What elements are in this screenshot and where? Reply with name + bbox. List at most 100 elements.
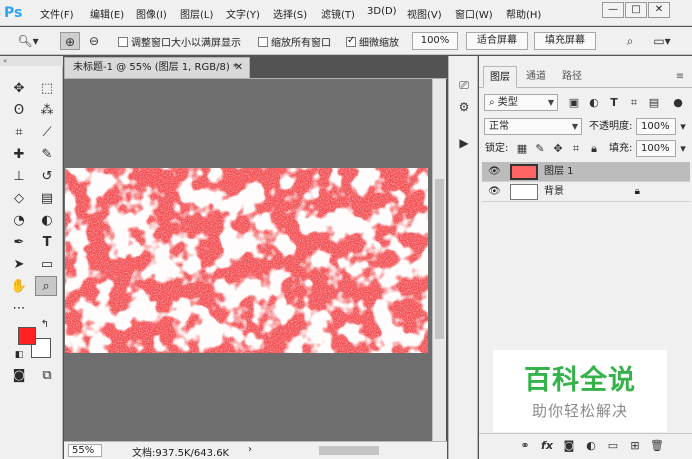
gradient-tool-icon[interactable]: ▤ (36, 189, 58, 209)
type-tool-icon[interactable]: T (36, 233, 58, 253)
new-layer-icon[interactable]: ⊞ (627, 438, 643, 454)
resize-windows-option[interactable]: 调整窗口大小以满屏显示 (118, 34, 241, 49)
menu-view[interactable]: 视图(V) (407, 6, 442, 21)
crop-tool-icon[interactable]: ⌗ (8, 123, 30, 143)
foreground-color-swatch[interactable] (18, 327, 36, 345)
filter-adjustment-icon[interactable]: ◐ (587, 94, 601, 111)
rectangle-tool-icon[interactable]: ▭ (36, 255, 58, 275)
properties-panel-icon[interactable]: ⚙ (455, 98, 473, 116)
filter-shape-icon[interactable]: ⌗ (627, 94, 641, 111)
layer-row-background[interactable]: 👁︎ 背景 🔒︎ (482, 182, 690, 202)
actions-play-icon[interactable]: ▶ (455, 134, 473, 152)
swap-colors-icon[interactable]: ↰ (38, 318, 52, 332)
fit-screen-button[interactable]: 适合屏幕 (466, 32, 528, 50)
tab-layers[interactable]: 图层 (483, 66, 517, 88)
opacity-chevron-icon[interactable]: ▾ (676, 118, 690, 135)
document-image[interactable] (65, 168, 428, 353)
hand-tool-icon[interactable]: ✋ (8, 277, 30, 297)
menu-edit[interactable]: 编辑(E) (90, 6, 124, 21)
lock-transparent-icon[interactable]: ▦ (515, 140, 529, 157)
tab-paths[interactable]: 路径 (555, 66, 589, 88)
lock-all-icon[interactable]: 🔒︎ (587, 140, 601, 157)
fill-chevron-icon[interactable]: ▾ (676, 140, 690, 157)
adjustment-layer-icon[interactable]: ◐ (583, 438, 599, 454)
eye-icon[interactable]: 👁︎ (488, 164, 502, 180)
filter-toggle-icon[interactable]: ● (671, 94, 685, 111)
menu-help[interactable]: 帮助(H) (506, 6, 541, 21)
menu-layer[interactable]: 图层(L) (180, 6, 213, 21)
tools-panel-header[interactable]: « (0, 56, 63, 66)
zoom-all-option[interactable]: 缩放所有窗口 (258, 34, 331, 49)
tab-channels[interactable]: 通道 (519, 66, 553, 88)
blur-tool-icon[interactable]: ◔ (8, 211, 30, 231)
more-tools-icon[interactable]: ⋯ (8, 299, 30, 319)
pen-tool-icon[interactable]: ✒ (8, 233, 30, 253)
healing-brush-icon[interactable]: ✚ (8, 145, 30, 165)
restore-button[interactable]: □ (625, 2, 647, 18)
minimize-button[interactable]: — (602, 2, 624, 18)
delete-layer-icon[interactable]: 🗑︎ (649, 438, 665, 454)
zoom-level-field[interactable]: 55% (68, 444, 102, 457)
zoom-tool-preset-icon[interactable]: 🔍︎▾ (16, 32, 40, 50)
vertical-scroll-thumb[interactable] (435, 179, 444, 339)
eraser-icon[interactable]: ◇ (8, 189, 30, 209)
layer-filter-select[interactable]: ⌕ 类型 ▼ (484, 94, 558, 111)
magic-wand-icon[interactable]: ⁂ (36, 101, 58, 121)
vertical-scrollbar[interactable] (432, 79, 446, 441)
lock-pixels-icon[interactable]: ✎ (533, 140, 547, 157)
search-icon[interactable]: ⌕ (620, 32, 640, 50)
panel-menu-icon[interactable]: ≡ (671, 66, 689, 88)
menu-image[interactable]: 图像(I) (136, 6, 167, 21)
scrubby-zoom-option[interactable]: 细微缩放 (346, 34, 399, 49)
opacity-field[interactable]: 100% (636, 118, 676, 135)
menu-3d[interactable]: 3D(D) (367, 6, 397, 17)
zoom-100-button[interactable]: 100% (412, 32, 458, 50)
scrubby-zoom-checkbox[interactable] (346, 35, 356, 47)
brush-tool-icon[interactable]: ✎ (36, 145, 58, 165)
clone-stamp-icon[interactable]: ⊥ (8, 167, 30, 187)
fx-icon[interactable]: fx (539, 438, 555, 454)
quick-mask-icon[interactable]: ◙ (8, 366, 30, 386)
layer-row-layer1[interactable]: 👁︎ 图层 1 (482, 162, 690, 182)
lock-position-icon[interactable]: ✥ (551, 140, 565, 157)
document-info[interactable]: 文档:937.5K/643.6K (132, 444, 229, 459)
zoom-in-icon[interactable]: ⊕ (60, 32, 80, 50)
menu-filter[interactable]: 滤镜(T) (321, 6, 355, 21)
filter-smart-object-icon[interactable]: ▤ (647, 94, 661, 111)
menu-window[interactable]: 窗口(W) (455, 6, 493, 21)
history-panel-icon[interactable]: ⎚ (455, 76, 473, 94)
add-mask-icon[interactable]: ◙ (561, 438, 577, 454)
horizontal-scroll-thumb[interactable] (319, 446, 379, 455)
document-tab[interactable]: 未标题-1 @ 55% (图层 1, RGB/8) * ✕ (64, 57, 250, 78)
zoom-tool-icon[interactable]: ⌕ (35, 276, 57, 296)
workspace-icon[interactable]: ▭▾ (650, 32, 674, 50)
eye-icon[interactable]: 👁︎ (488, 184, 502, 200)
blend-mode-select[interactable]: 正常 ▼ (484, 118, 582, 135)
filter-pixel-icon[interactable]: ▣ (567, 94, 581, 111)
menu-file[interactable]: 文件(F) (40, 6, 74, 21)
fill-screen-button[interactable]: 填充屏幕 (534, 32, 596, 50)
eyedropper-icon[interactable]: ⟋ (36, 123, 58, 143)
zoom-out-icon[interactable]: ⊖ (84, 32, 104, 50)
marquee-tool-icon[interactable]: ⬚ (36, 79, 58, 99)
zoom-all-checkbox[interactable] (258, 37, 268, 47)
menu-type[interactable]: 文字(Y) (226, 6, 260, 21)
dodge-tool-icon[interactable]: ◐ (36, 211, 58, 231)
fill-field[interactable]: 100% (636, 140, 676, 157)
lock-artboard-icon[interactable]: ⌗ (569, 140, 583, 157)
close-document-icon[interactable]: ✕ (235, 58, 243, 78)
info-arrow-icon[interactable]: › (248, 444, 252, 455)
screen-mode-icon[interactable]: ⧉ (36, 366, 58, 386)
default-colors-icon[interactable]: ◧ (12, 348, 26, 362)
lasso-tool-icon[interactable]: ʘ (8, 101, 30, 121)
resize-windows-checkbox[interactable] (118, 37, 128, 47)
path-selection-icon[interactable]: ➤ (8, 255, 30, 275)
filter-type-icon[interactable]: T (607, 94, 621, 111)
close-button[interactable]: ✕ (648, 2, 670, 18)
history-brush-icon[interactable]: ↺ (36, 167, 58, 187)
new-group-icon[interactable]: ▭ (605, 438, 621, 454)
link-layers-icon[interactable]: ⚭ (517, 438, 533, 454)
move-tool-icon[interactable]: ✥ (8, 79, 30, 99)
canvas-area[interactable] (64, 79, 432, 441)
menu-select[interactable]: 选择(S) (273, 6, 307, 21)
